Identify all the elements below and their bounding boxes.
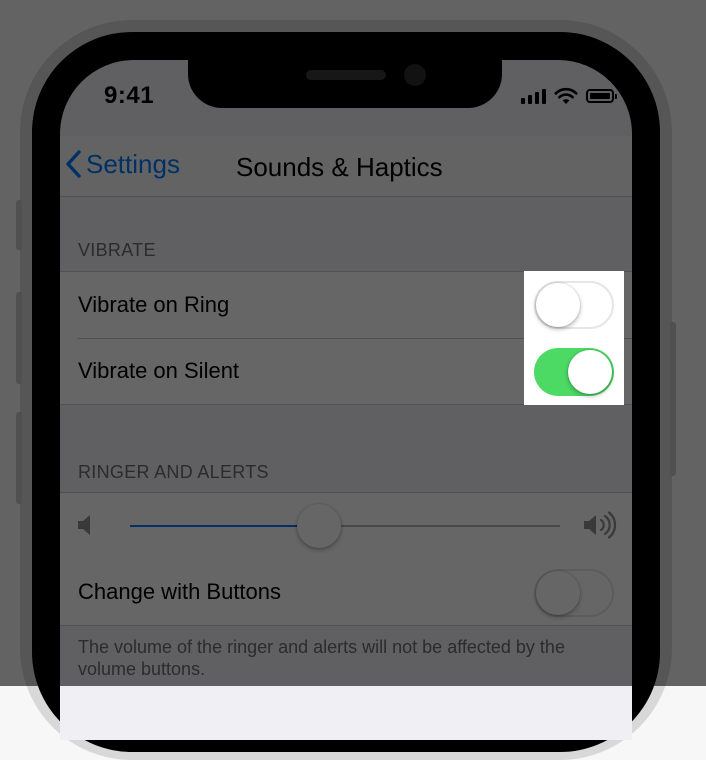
vibrate-on-silent-label: Vibrate on Silent [78, 358, 240, 383]
toggle-knob [536, 571, 580, 615]
power-button [670, 322, 676, 476]
ringer-footer-note: The volume of the ringer and alerts will… [78, 637, 565, 679]
change-with-buttons-label: Change with Buttons [78, 579, 282, 604]
slider-fill [130, 525, 320, 527]
change-with-buttons-row: Change with Buttons [60, 559, 632, 625]
battery-icon [586, 89, 617, 103]
speaker-high-icon [584, 511, 617, 539]
toggle-knob [536, 283, 580, 327]
status-icons [521, 86, 617, 106]
section-header-vibrate: VIBRATE [78, 240, 156, 260]
vibrate-on-ring-label: Vibrate on Ring [78, 292, 230, 317]
section-header-ringer: RINGER AND ALERTS [78, 462, 269, 482]
notch [188, 60, 502, 108]
chevron-left-icon [66, 150, 81, 178]
toggle-knob [568, 350, 612, 394]
wifi-icon [554, 87, 578, 104]
signal-bars-icon [521, 88, 546, 104]
toggle-highlight [524, 271, 624, 405]
page-title: Sounds & Haptics [236, 152, 443, 182]
earpiece-speaker [306, 70, 386, 80]
speaker-low-icon [78, 515, 90, 535]
volume-up-button [16, 292, 22, 384]
back-button-label: Settings [86, 148, 180, 179]
highlighted-vibrate-on-silent-toggle[interactable] [534, 348, 614, 396]
highlighted-vibrate-on-ring-toggle[interactable] [534, 281, 614, 329]
back-button[interactable]: Settings [64, 144, 180, 184]
mute-switch [16, 200, 22, 250]
slider-thumb[interactable] [297, 504, 342, 548]
change-with-buttons-toggle[interactable] [534, 569, 614, 617]
navigation-bar: Settings Sounds & Haptics [60, 136, 632, 197]
ringer-volume-row [60, 493, 632, 559]
ringer-volume-slider[interactable] [130, 504, 560, 548]
status-time: 9:41 [104, 82, 155, 109]
volume-down-button [16, 412, 22, 504]
front-camera [404, 64, 426, 86]
ringer-group: Change with Buttons [60, 492, 632, 626]
